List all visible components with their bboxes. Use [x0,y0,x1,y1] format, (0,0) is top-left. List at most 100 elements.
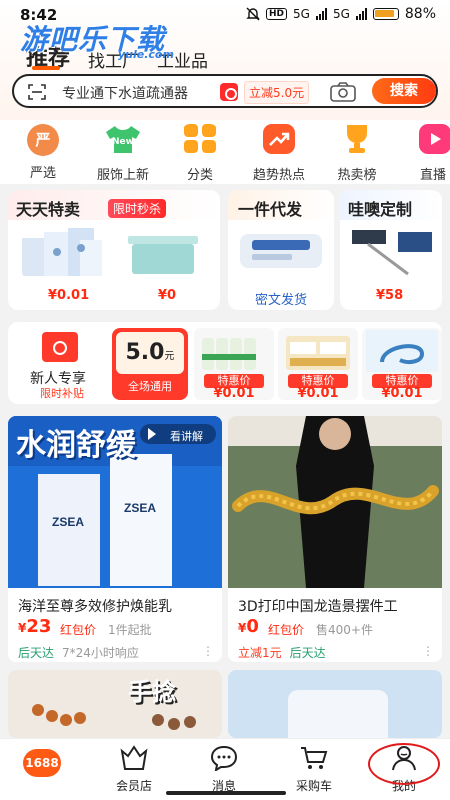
storage-box-image [128,236,198,274]
search-input[interactable]: 专业通下水道疏通器 [62,83,188,103]
grid-icon [184,124,216,153]
nav-cart[interactable]: 采购车 [274,745,354,794]
deal-price: ¥0.01 [381,386,423,400]
svg-text:ZSEA: ZSEA [124,501,156,515]
flash-sale-tag: 限时秒杀 [108,199,167,218]
bracelet-product-image [8,670,222,738]
daily-special-price-2: ¥0 [158,288,177,303]
nav-messages[interactable]: 消息 [184,745,264,794]
feed-footer: 立减1元 后天达 [238,646,326,660]
logo-1688-icon: 1688 [23,749,61,777]
red-packet-price-label: 红包价 [60,623,97,637]
feed-title: 海洋至尊多效修护焕能乳 [18,599,172,615]
phone-product-image [228,670,442,738]
coupon-unit: 元 [164,351,175,362]
feed-card-phone[interactable] [228,670,442,738]
deal-product-image [202,338,256,370]
explain-video-badge[interactable]: 看讲解 [170,428,203,444]
coupon-logo-icon [220,83,238,101]
mute-icon [246,7,260,21]
deal-item[interactable]: 特惠价 ¥0.01 [278,328,358,400]
feed-card-lotion[interactable]: ZSEA ZSEA 水润舒缓 看讲解 海洋至尊多效修护焕能乳 ¥23 红包价 1… [8,416,222,662]
scan-icon[interactable] [28,83,46,101]
live-icon [419,124,450,154]
daily-special-card[interactable]: 天天特卖 限时秒杀 ¥0.01 ¥0 [8,190,220,310]
category-trend[interactable]: 趋势热点 [244,124,314,183]
search-button[interactable]: 搜索 [372,78,436,104]
deal-price: ¥0.01 [297,386,339,400]
watermark-subtext: yule.com [118,48,174,61]
feed-card-dragon[interactable]: 3D打印中国龙造景摆件工 ¥0 红包价 售400+件 立减1元 后天达 ⋮ [228,416,442,662]
network-label-1: 5G [293,7,310,21]
dragon-product-image [228,416,442,588]
yanxuan-icon: 严 [27,124,59,156]
custom-title: 哇噢定制 [348,200,413,219]
tissue-product-image [22,228,102,276]
category-live[interactable]: 直播 [398,124,450,183]
category-row: 严 严选 New 服饰上新 分类 趋势热点 热卖榜 直播 [0,120,450,184]
category-yanxuan[interactable]: 严 严选 [8,124,78,181]
category-label: 热卖榜 [337,168,377,183]
deal-item[interactable]: 特惠价 ¥0.01 [194,328,274,400]
daily-special-price-1: ¥0.01 [48,288,90,303]
category-classify[interactable]: 分类 [165,124,235,183]
svg-text:ZSEA: ZSEA [52,515,84,529]
trend-icon [263,124,295,154]
signal-icon-2 [355,8,367,20]
feed-footer: 后天达 7*24小时响应 [18,646,139,660]
category-label: 严选 [29,166,56,181]
feed-sold: 1件起批 [108,623,152,637]
camera-icon[interactable] [330,82,356,102]
dropship-title: 一件代发 [238,200,303,219]
category-hot-ranking[interactable]: 热卖榜 [322,124,392,183]
deal-product-image [366,330,438,372]
feed-card-bracelet[interactable]: 手捻 [8,670,222,738]
category-fashion[interactable]: New 服饰上新 [88,124,158,183]
header: 8:42 HD 5G 5G 88% 推荐 找工厂 工业品 游吧乐下载 yule.… [0,0,450,120]
nav-label: 会员店 [115,779,152,793]
daily-special-title: 天天特卖 [16,200,81,219]
dropship-card[interactable]: 一件代发 密文发货 [228,190,334,310]
more-icon[interactable]: ⋮ [202,644,214,658]
highlight-circle [368,743,440,785]
dropship-subtitle: 密文发货 [254,293,307,308]
new-user-section[interactable]: 新人专享 限时补贴 5.0元 全场通用 特惠价 ¥0.01 特惠价 ¥0.01 … [8,322,442,404]
red-packet-icon [42,332,78,362]
category-label: 分类 [186,168,213,183]
message-icon [210,745,238,773]
more-icon[interactable]: ⋮ [422,644,434,658]
nav-member-store[interactable]: 会员店 [94,745,174,794]
network-label-2: 5G [332,7,350,21]
bracelet-image-text: 手捻 [128,678,176,706]
feed-title: 3D打印中国龙造景摆件工 [238,599,398,615]
tab-active-indicator [32,66,60,70]
battery-icon [372,8,399,20]
trophy-icon [347,125,367,153]
new-user-subtitle: 限时补贴 [40,387,84,400]
custom-price: ¥58 [376,288,404,303]
solar-lamp-image [352,230,432,276]
coupon-amount: 5.0 [125,340,165,365]
svg-text:New: New [112,137,134,147]
category-label: 趋势热点 [252,168,305,183]
search-promo-tag: 立减5.0元 [244,81,310,104]
deal-product-image [286,336,350,370]
deal-price: ¥0.01 [213,386,255,400]
coupon-label: 全场通用 [128,380,172,393]
category-label: 直播 [419,168,446,183]
nav-label: 采购车 [295,779,332,793]
nav-home[interactable]: 1688 [2,749,82,777]
feed-price: ¥23 [18,616,52,637]
member-store-icon [120,745,148,770]
home-indicator [166,791,286,795]
feed-sold: 售400+件 [316,623,373,637]
search-bar[interactable]: 专业通下水道疏通器 立减5.0元 搜索 [12,74,438,108]
deal-item[interactable]: 特惠价 ¥0.01 [362,328,442,400]
battery-percent: 88% [404,6,436,22]
red-packet-price-label: 红包价 [268,623,305,637]
custom-card[interactable]: 哇噢定制 ¥58 [340,190,442,310]
new-user-coupon[interactable]: 5.0元 全场通用 [112,328,188,400]
feed-price: ¥0 [238,616,259,637]
status-icons: HD 5G 5G 88% [246,6,436,22]
tshirt-icon: New [106,126,140,153]
